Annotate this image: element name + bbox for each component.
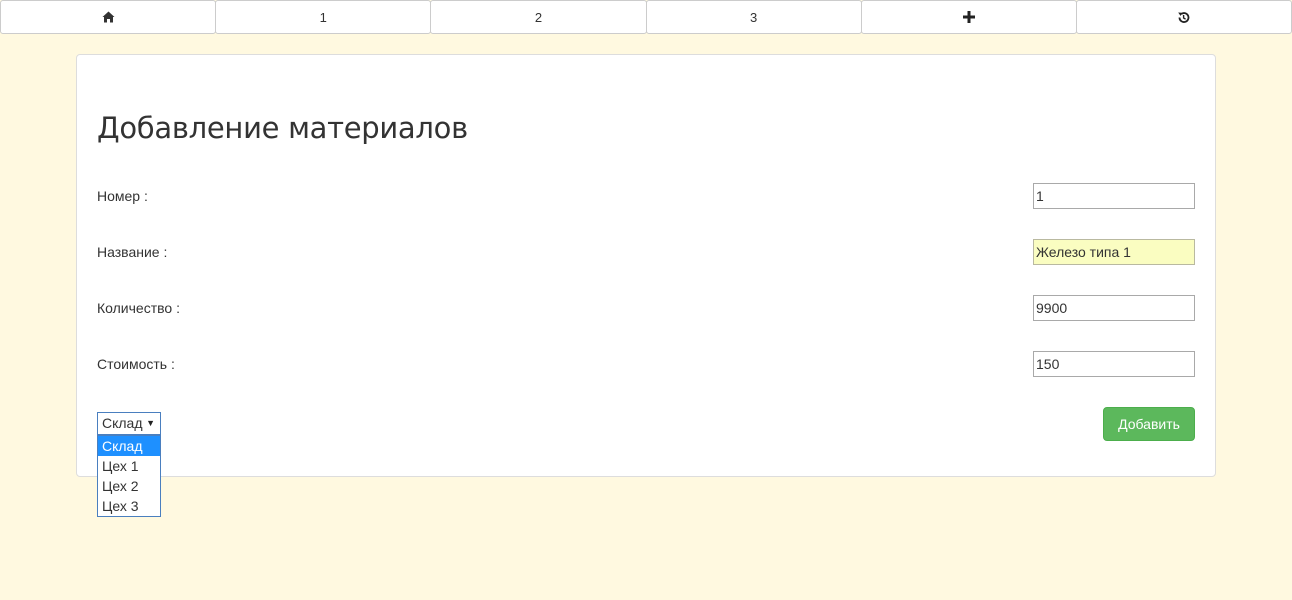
quantity-input[interactable]: 9900: [1033, 295, 1195, 321]
nav-page-3-label: 3: [749, 9, 758, 25]
name-input[interactable]: Железо типа 1: [1033, 239, 1195, 265]
quantity-label: Количество :: [97, 300, 180, 316]
cost-label: Стоимость :: [97, 356, 175, 372]
chevron-down-icon: ▼: [146, 418, 155, 428]
name-label: Название :: [97, 244, 168, 260]
location-dropdown: Склад Цех 1 Цех 2 Цех 3: [97, 435, 161, 517]
add-button[interactable]: Добавить: [1103, 407, 1195, 441]
location-option-tseh-2[interactable]: Цех 2: [98, 476, 160, 496]
page-title: Добавление материалов: [97, 111, 468, 145]
nav-page-2[interactable]: 2: [430, 0, 647, 34]
location-select[interactable]: Склад ▼: [97, 412, 161, 435]
history-button[interactable]: [1075, 0, 1292, 34]
nav-page-3[interactable]: 3: [645, 0, 862, 34]
number-label: Номер :: [97, 188, 148, 204]
top-navigation: 1 2 3: [0, 0, 1292, 34]
history-icon: [1177, 11, 1190, 24]
cost-input[interactable]: 150: [1033, 351, 1195, 377]
location-option-tseh-1[interactable]: Цех 1: [98, 456, 160, 476]
home-button[interactable]: [0, 0, 217, 34]
number-input[interactable]: 1: [1033, 183, 1195, 209]
form-panel: Добавление материалов Номер : 1 Название…: [76, 54, 1216, 477]
nav-page-2-label: 2: [534, 9, 543, 25]
location-option-sklad[interactable]: Склад: [98, 436, 160, 456]
add-page-button[interactable]: [860, 0, 1077, 34]
home-icon: [102, 11, 115, 23]
location-option-tseh-3[interactable]: Цех 3: [98, 496, 160, 516]
plus-icon: [962, 11, 975, 23]
nav-page-1[interactable]: 1: [215, 0, 432, 34]
nav-page-1-label: 1: [319, 9, 327, 25]
location-selected-value: Склад: [102, 415, 143, 431]
